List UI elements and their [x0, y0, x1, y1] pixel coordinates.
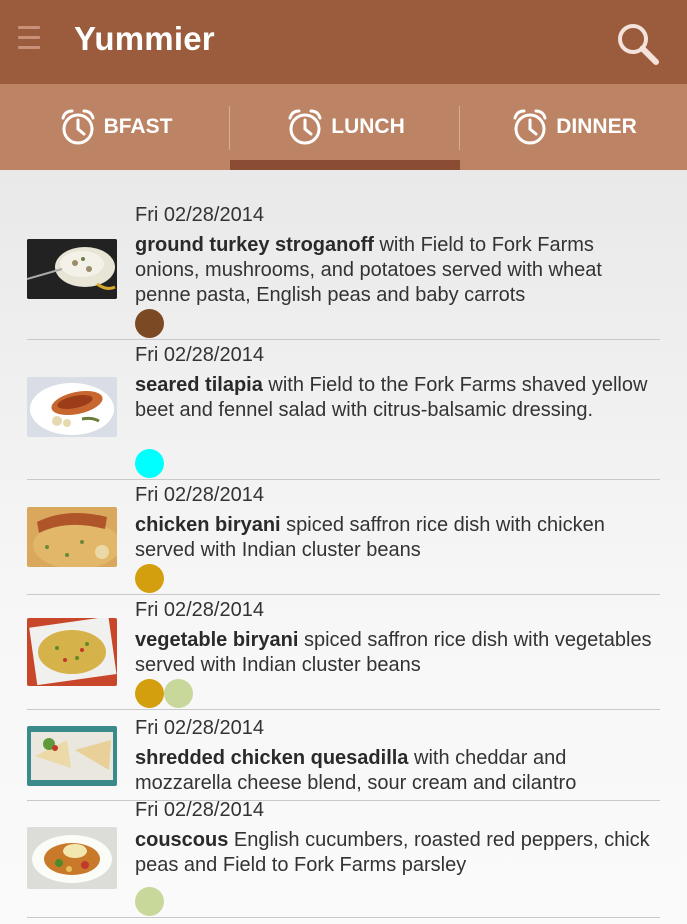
meal-name: couscous — [135, 829, 229, 851]
meal-name: seared tilapia — [135, 374, 263, 396]
meal-list-item[interactable]: Fri 02/28/2014 ground turkey stroganoff … — [0, 170, 687, 340]
selected-tab-indicator — [230, 160, 460, 170]
meal-list[interactable]: Fri 02/28/2014 ground turkey stroganoff … — [0, 170, 687, 924]
alarm-clock-icon — [288, 109, 322, 145]
search-icon[interactable] — [614, 20, 662, 68]
meal-thumbnail — [27, 726, 117, 786]
meal-date: Fri 02/28/2014 — [135, 484, 264, 506]
tab-lunch[interactable]: LUNCH — [230, 84, 460, 170]
meal-thumbnail — [27, 239, 117, 299]
app-title: Yummier — [74, 20, 215, 57]
meal-date: Fri 02/28/2014 — [135, 204, 264, 226]
list-divider — [27, 917, 660, 918]
tag-dot — [135, 887, 164, 916]
meal-date: Fri 02/28/2014 — [135, 799, 264, 821]
tab-dinner[interactable]: DINNER — [460, 84, 687, 170]
meal-name: vegetable biryani — [135, 629, 299, 651]
meal-tab-bar: BFAST LUNCH DINNER — [0, 84, 687, 170]
meal-list-item[interactable]: Fri 02/28/2014 shredded chicken quesadil… — [0, 710, 687, 801]
menu-icon[interactable] — [18, 26, 40, 56]
action-bar: Yummier — [0, 0, 687, 84]
tag-dot — [135, 564, 164, 593]
tab-label: DINNER — [556, 115, 637, 138]
meal-thumbnail — [27, 827, 117, 889]
meal-description: vegetable biryani spiced saffron rice di… — [135, 628, 655, 678]
meal-description: couscous English cucumbers, roasted red … — [135, 828, 655, 878]
tag-dot — [135, 309, 164, 338]
alarm-clock-icon — [513, 109, 547, 145]
meal-description: shredded chicken quesadilla with cheddar… — [135, 746, 655, 796]
meal-description: chicken biryani spiced saffron rice dish… — [135, 513, 655, 563]
meal-list-item[interactable]: Fri 02/28/2014 couscous English cucumber… — [0, 799, 687, 924]
meal-list-item[interactable]: Fri 02/28/2014 seared tilapia with Field… — [0, 340, 687, 480]
tab-label: BFAST — [103, 115, 173, 138]
tag-dot — [135, 449, 164, 478]
meal-date: Fri 02/28/2014 — [135, 599, 264, 621]
tab-bfast[interactable]: BFAST — [0, 84, 230, 170]
meal-thumbnail — [27, 507, 117, 567]
meal-thumbnail — [27, 618, 117, 686]
tag-dot — [135, 679, 164, 708]
meal-description: ground turkey stroganoff with Field to F… — [135, 233, 655, 308]
meal-thumbnail — [27, 377, 117, 437]
meal-name: ground turkey stroganoff — [135, 234, 374, 256]
meal-name: shredded chicken quesadilla — [135, 747, 409, 769]
tab-label: LUNCH — [331, 115, 405, 138]
meal-list-item[interactable]: Fri 02/28/2014 vegetable biryani spiced … — [0, 595, 687, 710]
meal-list-item[interactable]: Fri 02/28/2014 chicken biryani spiced sa… — [0, 480, 687, 595]
meal-date: Fri 02/28/2014 — [135, 344, 264, 366]
meal-name: chicken biryani — [135, 514, 281, 536]
alarm-clock-icon — [61, 109, 95, 145]
meal-date: Fri 02/28/2014 — [135, 717, 264, 739]
tag-dot — [164, 679, 193, 708]
meal-description: seared tilapia with Field to the Fork Fa… — [135, 373, 655, 423]
